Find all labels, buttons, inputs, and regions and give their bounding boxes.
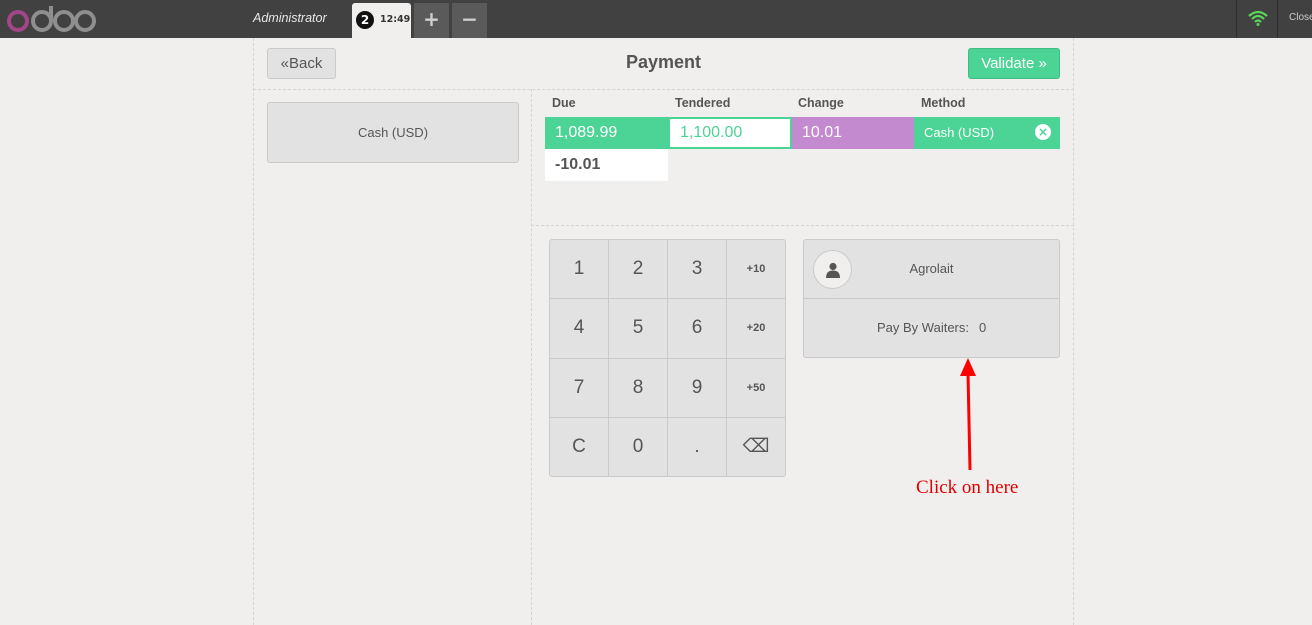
odoo-logo xyxy=(7,6,96,32)
add-order-button[interactable]: + xyxy=(414,3,449,38)
annotation-text: Click on here xyxy=(916,477,1019,498)
remove-order-button[interactable]: − xyxy=(452,3,487,38)
column-header-tendered: Tendered xyxy=(675,96,731,110)
numpad-key-4[interactable]: 4 xyxy=(550,299,608,358)
numpad-key-9[interactable]: 9 xyxy=(668,358,726,417)
back-label: Back xyxy=(288,55,323,72)
annotation-arrow-icon xyxy=(960,358,976,471)
remove-payment-line-icon[interactable]: × xyxy=(1035,124,1051,140)
numpad-key-plus50[interactable]: +50 xyxy=(727,358,785,417)
numpad-key-0[interactable]: 0 xyxy=(609,417,667,476)
order-tab[interactable]: 2 12:49 xyxy=(352,3,411,38)
payment-method-cash[interactable]: Cash (USD) xyxy=(267,102,519,163)
customer-box: Agrolait Pay By Waiters: 0 xyxy=(803,239,1060,358)
numpad-key-decimal[interactable]: . xyxy=(668,417,726,476)
numpad-key-6[interactable]: 6 xyxy=(668,299,726,358)
numpad-key-plus10[interactable]: +10 xyxy=(727,240,785,299)
column-divider xyxy=(531,89,532,625)
validate-button[interactable]: Validate » xyxy=(968,48,1060,79)
validate-label: Validate xyxy=(981,55,1035,72)
due-amount: 1,089.99 xyxy=(545,117,668,149)
header-divider xyxy=(253,89,1074,90)
pay-by-waiters-label[interactable]: Pay By Waiters: xyxy=(877,320,969,335)
order-number: 2 xyxy=(356,11,374,29)
wifi-icon xyxy=(1248,10,1268,26)
numpad-key-plus20[interactable]: +20 xyxy=(727,299,785,358)
order-time: 12:49 xyxy=(380,14,411,25)
column-header-method: Method xyxy=(921,96,966,110)
numpad-key-clear[interactable]: C xyxy=(550,417,608,476)
pay-by-waiters-value[interactable]: 0 xyxy=(979,320,986,335)
remaining-amount: -10.01 xyxy=(545,149,668,181)
connection-status[interactable] xyxy=(1236,0,1278,38)
cashier-name[interactable]: Administrator xyxy=(253,11,327,25)
section-divider xyxy=(531,225,1074,226)
customer-name: Agrolait xyxy=(909,261,954,276)
customer-button[interactable]: Agrolait xyxy=(804,240,1059,299)
double-chevron-left-icon: « xyxy=(280,55,289,72)
numpad-key-2[interactable]: 2 xyxy=(609,240,667,299)
numpad-key-8[interactable]: 8 xyxy=(609,358,667,417)
numpad: 1 2 3 +10 4 5 6 +20 7 8 9 +50 C 0 . ⌫ xyxy=(549,239,786,477)
back-button[interactable]: «Back xyxy=(267,48,336,79)
change-amount: 10.01 xyxy=(792,117,914,149)
double-chevron-right-icon: » xyxy=(1034,55,1047,72)
column-header-change: Change xyxy=(798,96,844,110)
numpad-key-1[interactable]: 1 xyxy=(550,240,608,299)
column-header-due: Due xyxy=(552,96,576,110)
numpad-key-3[interactable]: 3 xyxy=(668,240,726,299)
numpad-key-7[interactable]: 7 xyxy=(550,358,608,417)
top-bar: Administrator 2 12:49 + − Close xyxy=(0,0,1312,38)
backspace-icon[interactable]: ⌫ xyxy=(727,417,785,476)
page-title: Payment xyxy=(625,52,702,72)
numpad-key-5[interactable]: 5 xyxy=(609,299,667,358)
close-button[interactable]: Close xyxy=(1289,12,1312,23)
tendered-amount[interactable]: 1,100.00 xyxy=(668,117,792,149)
